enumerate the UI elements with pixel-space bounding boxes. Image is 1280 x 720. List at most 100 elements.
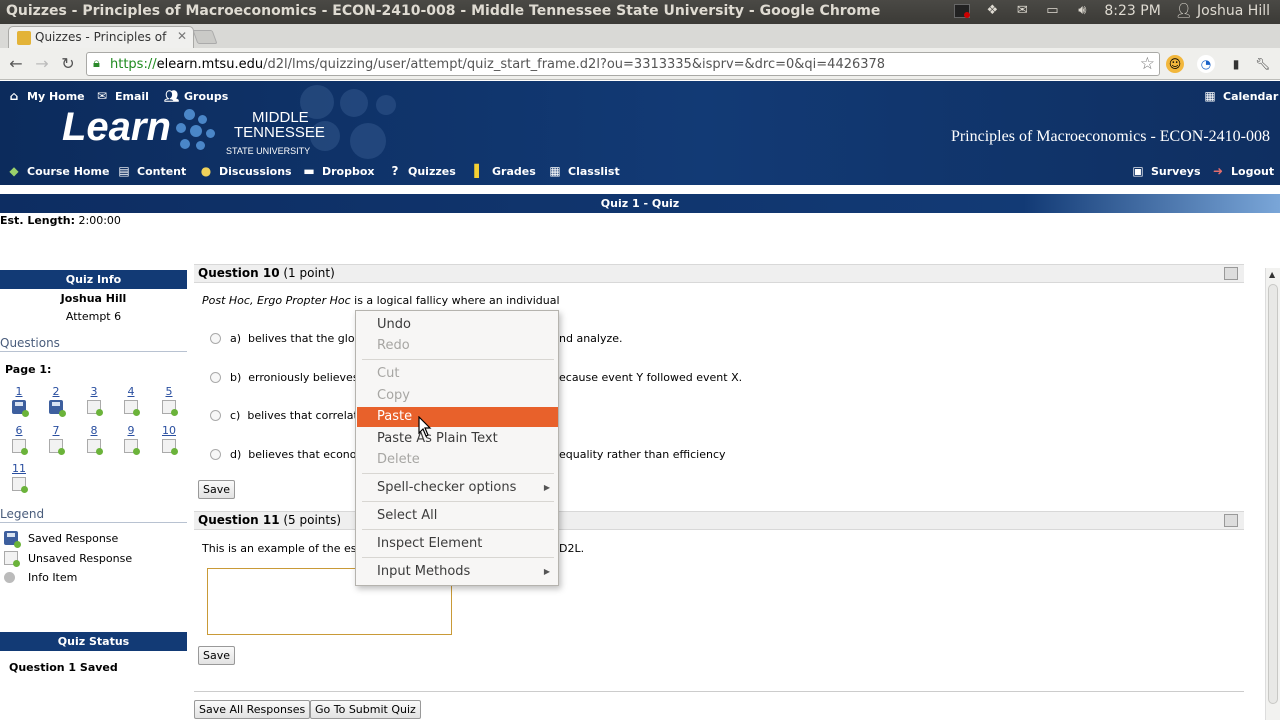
q10-option-b-tail: ecause event Y followed event X.: [559, 371, 743, 384]
question-link-5[interactable]: 5: [158, 385, 180, 416]
menu-separator: [362, 501, 554, 502]
volume-icon[interactable]: 🔊︎: [1074, 4, 1090, 18]
go-to-submit-quiz-button[interactable]: Go To Submit Quiz: [310, 700, 421, 719]
extension-blue-icon[interactable]: ◔: [1197, 55, 1215, 73]
question-link-9[interactable]: 9: [120, 424, 142, 455]
calendar-icon: ▦: [1204, 89, 1216, 103]
nav-logout[interactable]: ➜ Logout: [1211, 164, 1274, 178]
menu-separator: [362, 529, 554, 530]
nav-discussions[interactable]: ● Discussions: [199, 164, 292, 178]
home-icon: ⌂: [9, 89, 19, 103]
nav-content[interactable]: ▤ Content: [117, 164, 186, 178]
menu-item-cut[interactable]: Cut: [357, 364, 558, 384]
page-scrollbar[interactable]: ▲: [1265, 268, 1280, 720]
question-link-2[interactable]: 2: [45, 385, 67, 417]
question-link-11[interactable]: 11: [8, 462, 30, 493]
question-link-3[interactable]: 3: [83, 385, 105, 416]
course-nav: ◆ Course Home ▤ Content ● Discussions ▬ Drop…: [0, 161, 1280, 185]
q11-save-button[interactable]: Save: [198, 646, 236, 665]
unsaved-response-icon: [124, 400, 140, 416]
user-menu[interactable]: 👤︎ Joshua Hill: [1175, 3, 1270, 19]
menu-item-input-methods[interactable]: Input Methods ▶: [357, 562, 558, 582]
extension-face-icon[interactable]: ☺: [1166, 55, 1184, 73]
unsaved-response-icon: [162, 439, 178, 455]
unsaved-response-icon: [162, 400, 178, 416]
dropbox-icon[interactable]: ❖: [984, 4, 1000, 18]
radio-button[interactable]: [210, 333, 221, 344]
clock[interactable]: 8:23 PM: [1104, 3, 1160, 19]
wrench-icon[interactable]: 🔧︎: [1254, 55, 1272, 73]
forward-icon[interactable]: →: [32, 54, 52, 73]
bookmark-star-icon[interactable]: ☆: [1140, 54, 1155, 74]
radio-button[interactable]: [210, 372, 221, 383]
q10-option-a[interactable]: a) belives that the glob: [210, 332, 362, 345]
system-tray: ❖ ✉ ▭ 🔊︎ 8:23 PM 👤︎ Joshua Hill: [954, 3, 1270, 19]
menu-item-redo[interactable]: Redo: [357, 336, 558, 356]
user-name: Joshua Hill: [1197, 3, 1270, 19]
nav-my-home[interactable]: ⌂ My Home: [7, 89, 85, 103]
surveys-icon: ▣: [1132, 164, 1144, 178]
save-all-responses-button[interactable]: Save All Responses: [194, 700, 311, 719]
menu-separator: [362, 557, 554, 558]
question-10-prompt: Post Hoc, Ergo Propter Hoc is a logical …: [202, 294, 560, 307]
question-link-10[interactable]: 10: [158, 424, 180, 455]
question-link-8[interactable]: 8: [83, 424, 105, 455]
q10-option-b[interactable]: b) erroniously believes: [210, 371, 359, 384]
nav-groups[interactable]: 👥︎ Groups: [164, 89, 228, 103]
saved-response-icon: [4, 531, 21, 548]
question-link-6[interactable]: 6: [8, 424, 30, 455]
menu-item-inspect[interactable]: Inspect Element: [357, 534, 558, 554]
menu-item-select-all[interactable]: Select All: [357, 506, 558, 526]
menu-item-paste[interactable]: Paste: [357, 407, 558, 427]
question-link-1[interactable]: 1: [8, 385, 30, 417]
email-icon: ✉: [96, 89, 108, 103]
saved-response-icon: [49, 400, 66, 417]
content-icon: ▤: [118, 164, 130, 178]
nav-calendar[interactable]: ▦ Calendar: [1203, 89, 1278, 103]
url-text: https://elearn.mtsu.edu/d2l/lms/quizzing…: [110, 57, 886, 72]
q10-option-c[interactable]: c) belives that correlat: [210, 409, 358, 422]
nav-surveys[interactable]: ▣ Surveys: [1131, 164, 1200, 178]
est-length: Est. Length: 2:00:00: [0, 214, 121, 227]
course-title: Principles of Macroeconomics - ECON-2410…: [950, 128, 1270, 145]
menu-item-undo[interactable]: Undo: [357, 315, 558, 335]
radio-button[interactable]: [210, 410, 221, 421]
q10-option-d[interactable]: d) believes that econor: [210, 448, 361, 461]
question-link-7[interactable]: 7: [45, 424, 67, 455]
menu-item-spell-checker[interactable]: Spell-checker options ▶: [357, 478, 558, 498]
question-link-4[interactable]: 4: [120, 385, 142, 416]
scroll-up-icon[interactable]: ▲: [1269, 270, 1275, 279]
context-menu: Undo Redo Cut Copy Paste Paste As Plain …: [355, 310, 559, 586]
menu-item-delete[interactable]: Delete: [357, 450, 558, 470]
browser-toolbar: ← → ↻ 🔒︎ https://elearn.mtsu.edu/d2l/lms…: [0, 48, 1280, 80]
back-icon[interactable]: ←: [6, 54, 26, 73]
battery-icon[interactable]: ▭: [1044, 4, 1060, 18]
user-icon: 👤︎: [1174, 3, 1198, 19]
submenu-arrow-icon: ▶: [543, 567, 550, 576]
learn-logo[interactable]: Learn: [62, 105, 171, 150]
nav-email[interactable]: ✉ Email: [95, 89, 149, 103]
close-tab-icon[interactable]: ✕: [177, 29, 187, 43]
question-10-header: Question 10 (1 point): [194, 264, 1244, 283]
scroll-thumb[interactable]: [1268, 284, 1278, 704]
address-bar[interactable]: 🔒︎ https://elearn.mtsu.edu/d2l/lms/quizz…: [86, 52, 1160, 76]
radio-button[interactable]: [210, 449, 221, 460]
extension-phone-icon[interactable]: ▮: [1227, 55, 1245, 73]
browser-tab[interactable]: Quizzes - Principles of Ma ✕: [8, 26, 194, 48]
nav-quizzes[interactable]: ? Quizzes: [388, 164, 456, 178]
reload-icon[interactable]: ↻: [58, 54, 78, 73]
mail-icon[interactable]: ✉: [1014, 4, 1030, 18]
logout-icon: ➜: [1212, 164, 1224, 178]
q10-save-button[interactable]: Save: [198, 480, 236, 499]
grades-icon: ▌: [474, 164, 484, 178]
nav-grades[interactable]: ▌ Grades: [472, 164, 535, 178]
submenu-arrow-icon: ▶: [543, 483, 550, 492]
menu-item-copy[interactable]: Copy: [357, 386, 558, 406]
record-icon[interactable]: [954, 4, 971, 18]
new-tab-button[interactable]: [192, 30, 218, 44]
nav-course-home[interactable]: ◆ Course Home: [7, 164, 109, 178]
nav-dropbox[interactable]: ▬ Dropbox: [302, 164, 374, 178]
nav-classlist[interactable]: ▦ Classlist: [548, 164, 619, 178]
menu-item-paste-plain[interactable]: Paste As Plain Text: [357, 429, 558, 449]
quizzes-icon: ?: [391, 164, 399, 178]
